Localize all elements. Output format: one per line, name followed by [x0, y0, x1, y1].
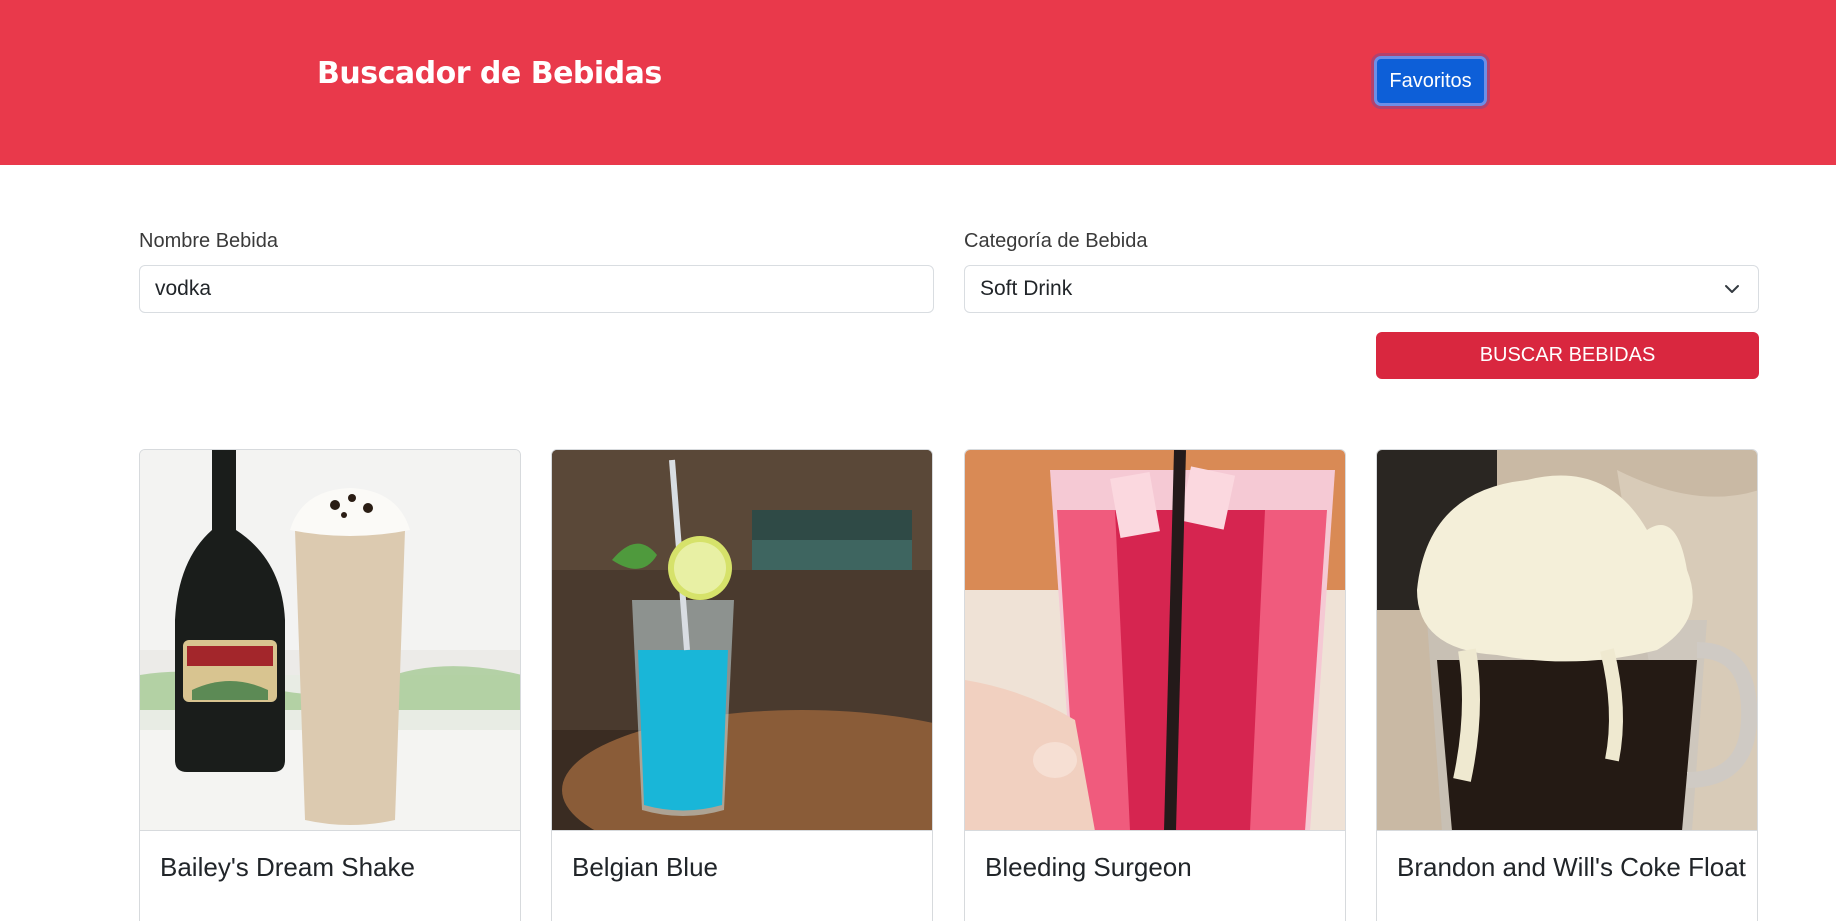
drink-name-label: Nombre Bebida — [139, 230, 278, 252]
drink-name: Bailey's Dream Shake — [160, 852, 415, 882]
drink-card[interactable]: Bailey's Dream Shake — [139, 449, 521, 921]
drink-card[interactable]: Belgian Blue — [551, 449, 933, 921]
drink-name: Brandon and Will's Coke Float — [1397, 852, 1746, 882]
drink-name-value: vodka — [155, 277, 212, 300]
header: Buscador de Bebidas Favoritos — [0, 0, 1836, 165]
drink-card[interactable]: Brandon and Will's Coke Float — [1376, 449, 1758, 921]
category-value: Soft Drink — [980, 277, 1073, 300]
search-drinks-button[interactable]: BUSCAR BEBIDAS — [1376, 332, 1759, 379]
drink-name: Bleeding Surgeon — [985, 852, 1192, 882]
category-select[interactable]: Soft Drink — [964, 265, 1759, 313]
drink-image — [140, 450, 520, 831]
drink-image — [552, 450, 932, 831]
favorites-button[interactable]: Favoritos — [1374, 56, 1487, 106]
app-title: Buscador de Bebidas — [317, 56, 662, 91]
category-label: Categoría de Bebida — [964, 230, 1148, 252]
drink-image — [965, 450, 1345, 831]
drink-name-input[interactable]: vodka — [139, 265, 934, 313]
drink-image — [1377, 450, 1757, 831]
drink-name: Belgian Blue — [572, 852, 718, 882]
drink-card[interactable]: Bleeding Surgeon — [964, 449, 1346, 921]
chevron-down-icon — [1725, 285, 1739, 293]
